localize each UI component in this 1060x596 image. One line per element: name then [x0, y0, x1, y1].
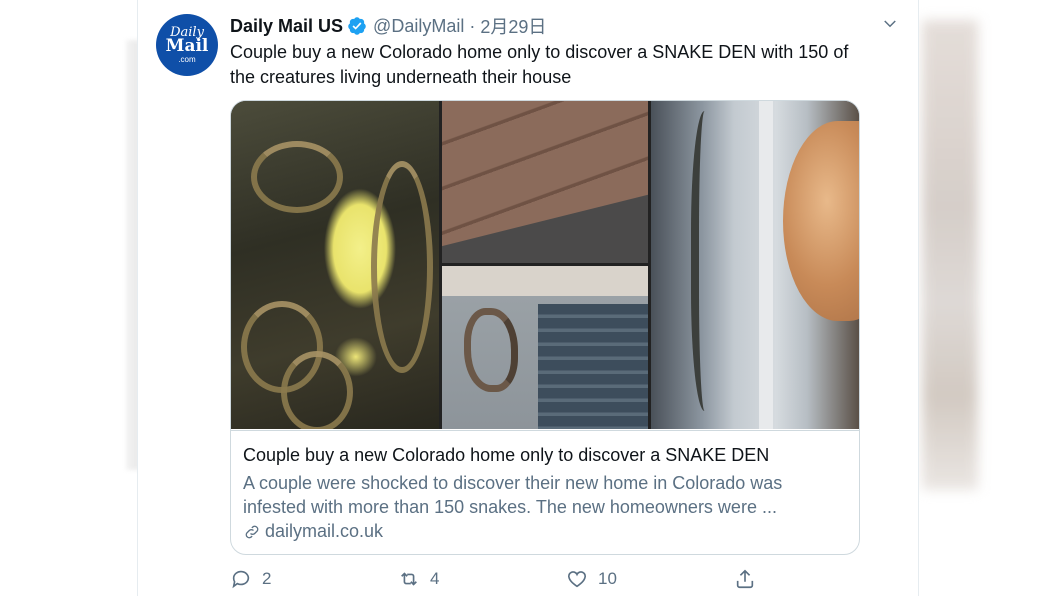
retweet-button[interactable]: 4	[398, 568, 439, 590]
link-card[interactable]: Couple buy a new Colorado home only to d…	[230, 100, 860, 555]
like-button[interactable]: 10	[566, 568, 617, 590]
tweet-header: Daily Mail US @DailyMail · 2月29日	[230, 14, 546, 38]
chevron-down-icon	[884, 20, 896, 28]
photo-snakes-pile	[231, 101, 439, 429]
tweet-actions: 2 4 10	[230, 568, 850, 592]
tweet-date[interactable]: 2月29日	[480, 13, 546, 39]
background-blur-right	[922, 20, 978, 490]
avatar-text-com: .com	[178, 55, 196, 64]
link-icon	[245, 525, 259, 538]
avatar[interactable]: Daily Mail .com	[156, 14, 218, 76]
card-title: Couple buy a new Colorado home only to d…	[243, 445, 770, 465]
reply-button[interactable]: 2	[230, 568, 271, 590]
retweet-icon	[401, 572, 417, 586]
reply-icon	[232, 570, 250, 589]
heart-icon	[567, 571, 587, 588]
card-description: A couple were shocked to discover their …	[243, 473, 783, 517]
handle[interactable]: @DailyMail	[373, 16, 464, 37]
reply-count: 2	[262, 569, 272, 588]
like-count: 10	[598, 569, 617, 588]
photo-cat-window-snake	[651, 101, 859, 429]
display-name[interactable]: Daily Mail US	[230, 16, 343, 37]
verified-badge-icon	[348, 17, 366, 35]
card-domain: dailymail.co.uk	[243, 521, 383, 542]
avatar-text-mail: Mail	[165, 36, 209, 56]
photo-snake-shutter	[442, 266, 648, 429]
separator-dot: ·	[469, 15, 476, 36]
card-domain-text: dailymail.co.uk	[265, 521, 384, 541]
card-info[interactable]: Couple buy a new Colorado home only to d…	[231, 430, 859, 554]
share-icon	[736, 569, 754, 589]
card-media[interactable]	[231, 101, 859, 429]
more-options-button[interactable]	[880, 14, 900, 34]
share-button[interactable]	[734, 568, 756, 590]
retweet-count: 4	[430, 569, 440, 588]
photo-deck-snakes	[442, 101, 648, 263]
tweet-text: Couple buy a new Colorado home only to d…	[230, 42, 849, 87]
tweet[interactable]: Daily Mail .com Daily Mail US @DailyMail…	[137, 0, 919, 596]
